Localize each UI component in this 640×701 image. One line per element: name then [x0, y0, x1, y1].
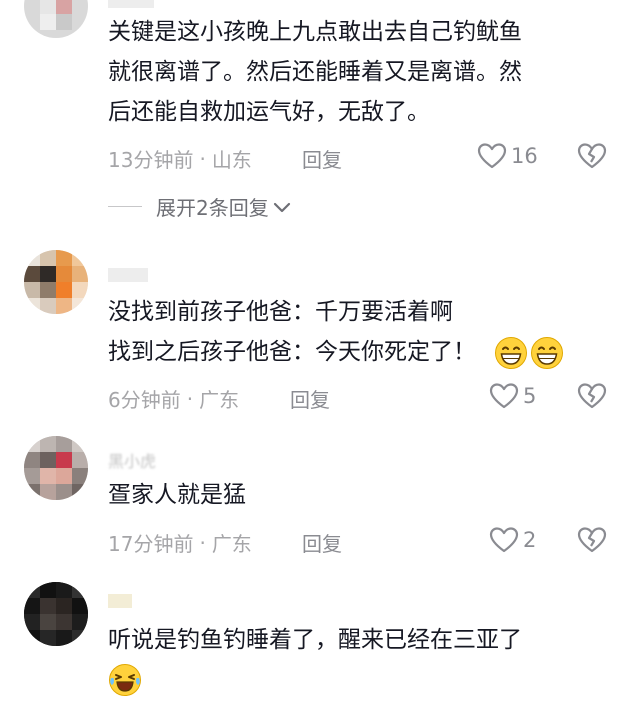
comment-meta: 17分钟前 · 广东 — [108, 528, 252, 557]
expand-replies-label: 展开2条回复 — [156, 196, 269, 220]
comment-text: 关键是这小孩晚上九点敢出去自己钓鱿鱼 就很离谱了。然后还能睡着又是离谱。然 后还… — [108, 19, 522, 125]
comment-location: 广东 — [211, 532, 252, 556]
avatar[interactable] — [24, 250, 88, 314]
broken-heart-icon — [577, 527, 607, 553]
comment-meta: 13分钟前 · 山东 — [108, 144, 252, 173]
heart-icon — [489, 383, 519, 409]
avatar[interactable] — [24, 0, 88, 38]
grin-icon — [531, 336, 563, 369]
comment-time: 6分钟前 — [108, 388, 181, 412]
dislike-button[interactable] — [577, 526, 607, 558]
separator: · — [186, 386, 194, 411]
expand-divider — [108, 206, 142, 207]
separator: · — [199, 146, 206, 171]
like-button[interactable]: 16 — [477, 142, 538, 170]
reply-button[interactable]: 回复 — [302, 144, 342, 173]
dislike-button[interactable] — [577, 142, 607, 174]
heart-icon — [489, 527, 519, 553]
like-button[interactable]: 2 — [489, 526, 536, 554]
like-button[interactable]: 5 — [489, 382, 536, 410]
username[interactable]: 黑小虎 — [108, 448, 156, 472]
comment-emoji-row — [108, 663, 142, 701]
comment-text: 听说是钓鱼钓睡着了，醒来已经在三亚了 — [108, 627, 522, 653]
comment-time: 17分钟前 — [108, 532, 194, 556]
username-blurred — [108, 0, 154, 8]
username-blurred — [108, 594, 132, 608]
avatar[interactable] — [24, 436, 88, 500]
laugh-cry-icon — [109, 664, 141, 696]
like-count: 2 — [523, 528, 537, 552]
broken-heart-icon — [577, 143, 607, 169]
comment-text: 没找到前孩子他爸：千万要活着啊 找到之后孩子他爸：今天你死定了！ — [108, 292, 608, 372]
comment-location: 广东 — [199, 388, 240, 412]
comment-text: 疍家人就是猛 — [108, 482, 246, 508]
avatar[interactable] — [24, 582, 88, 646]
separator: · — [199, 530, 206, 555]
expand-replies-button[interactable]: 展开2条回复 — [108, 192, 291, 221]
comment-meta: 6分钟前 · 广东 — [108, 384, 239, 413]
broken-heart-icon — [577, 383, 607, 409]
comment-location: 山东 — [211, 148, 252, 172]
grin-icon — [495, 336, 527, 369]
reply-button[interactable]: 回复 — [290, 384, 330, 413]
chevron-down-icon — [273, 202, 290, 212]
reply-button[interactable]: 回复 — [302, 528, 342, 557]
username-blurred — [108, 268, 148, 282]
like-count: 5 — [523, 384, 537, 408]
comment-time: 13分钟前 — [108, 148, 194, 172]
dislike-button[interactable] — [577, 382, 607, 414]
like-count: 16 — [511, 144, 538, 168]
heart-icon — [477, 143, 507, 169]
